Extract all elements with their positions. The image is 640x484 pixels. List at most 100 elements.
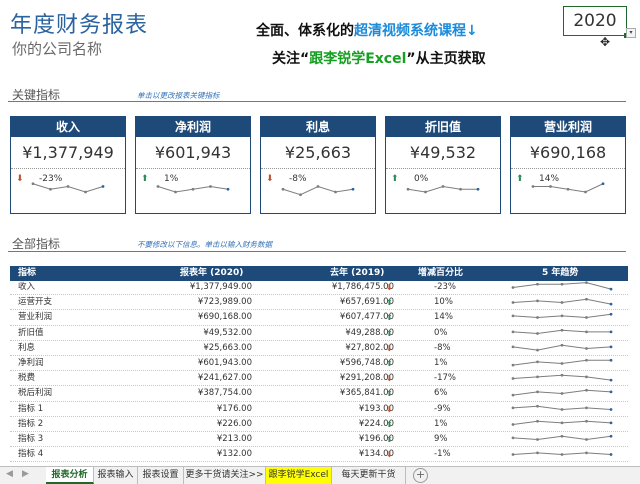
sparkline-point xyxy=(511,286,515,289)
sparkline-point xyxy=(609,358,613,362)
row-sparkline-chart xyxy=(511,451,613,457)
sparkline-point xyxy=(536,438,539,441)
sheet-tab[interactable]: 报表设置 xyxy=(138,467,184,484)
sheet-tab[interactable]: 报表输入 xyxy=(94,467,138,484)
year-selector[interactable]: 2020 xyxy=(563,6,629,38)
sparkline-point xyxy=(536,331,539,335)
sparkline-point xyxy=(424,190,427,194)
sparkline-point xyxy=(174,190,177,194)
kpi-card[interactable]: 折旧值 ¥49,532 ⬆ 0% xyxy=(385,116,501,214)
sparkline-point xyxy=(585,330,588,333)
kpi-sparkline xyxy=(11,181,125,207)
sparkline-point xyxy=(191,187,195,191)
table-row[interactable]: 净利润 ¥601,943.00 ¥596,748.00 ⬆ 1% xyxy=(10,357,628,372)
kpi-card-value: ¥601,943 xyxy=(136,137,250,169)
arrow-up-icon: ⬆ xyxy=(386,389,393,399)
promo-line-1: 全面、体系化的超清视频系统课程↓ xyxy=(256,20,478,40)
kpi-sparkline xyxy=(136,181,250,207)
sparkline-point xyxy=(609,421,613,425)
sparkline-point xyxy=(560,314,564,318)
table-row[interactable]: 税后利润 ¥387,754.00 ¥365,841.00 ⬆ 6% xyxy=(10,387,628,403)
sheet-tab[interactable]: 每天更新干货 xyxy=(332,467,406,484)
kpi-card-title: 净利润 xyxy=(136,117,250,137)
sparkline-point xyxy=(511,345,515,349)
sparkline-point xyxy=(585,451,588,455)
sparkline-point xyxy=(560,392,564,396)
arrow-down-icon: ⬇ xyxy=(386,343,393,353)
sparkline-point xyxy=(560,328,564,332)
row-sparkline-chart xyxy=(511,298,613,306)
promo-highlight: 超清视频系统课程↓ xyxy=(354,23,478,39)
row-change: 9% xyxy=(434,434,448,444)
kpi-card[interactable]: 利息 ¥25,663 ⬇ -8% xyxy=(260,116,376,214)
sparkline-point xyxy=(281,187,285,191)
row-current: ¥213.00 xyxy=(216,434,252,444)
sparkline-point xyxy=(511,453,515,457)
kpi-card-title: 营业利润 xyxy=(511,117,625,137)
table-row[interactable]: 营业利润 ¥690,168.00 ¥607,477.00 ⬆ 14% xyxy=(10,311,628,326)
all-section-hint[interactable]: 不要修改以下信息。单击以输入财务数据 xyxy=(137,239,272,250)
sheet-tab[interactable]: 跟李锐学Excel xyxy=(266,467,332,484)
sparkline-point xyxy=(406,187,410,191)
kpi-card[interactable]: 净利润 ¥601,943 ⬆ 1% xyxy=(135,116,251,214)
sparkline-point xyxy=(511,406,515,409)
kpi-card-title: 利息 xyxy=(261,117,375,137)
sparkline-point xyxy=(584,190,587,194)
row-current: ¥226.00 xyxy=(216,418,252,429)
add-sheet-icon[interactable]: + xyxy=(413,468,428,483)
table-row[interactable]: 指标 4 ¥132.00 ¥134.00 ⬇ -1% xyxy=(10,448,628,464)
tab-next-icon[interactable]: ▶ xyxy=(22,469,29,479)
sheet-tab[interactable]: 报表分析 xyxy=(46,467,94,484)
sparkline-point xyxy=(609,313,613,317)
row-current: ¥1,377,949.00 xyxy=(189,282,252,292)
sheet-tab[interactable]: 更多干货请关注>> xyxy=(184,467,266,484)
tab-prev-icon[interactable]: ◀ xyxy=(6,469,13,479)
year-value: 2020 xyxy=(573,11,617,31)
row-sparkline xyxy=(510,281,614,297)
table-row[interactable]: 运营开支 ¥723,989.00 ¥657,691.00 ⬆ 10% xyxy=(10,296,628,312)
kpi-sparkline xyxy=(511,181,625,207)
sparkline-point xyxy=(609,287,613,291)
sparkline-point xyxy=(601,182,605,186)
kpi-card-value: ¥25,663 xyxy=(261,137,375,169)
row-previous: ¥1,786,475.00 xyxy=(331,282,394,292)
col-header-change: 增减百分比 xyxy=(418,268,464,278)
sparkline-point xyxy=(511,436,515,440)
year-dropdown-button[interactable]: ▾ xyxy=(626,28,636,38)
kpi-card[interactable]: 收入 ¥1,377,949 ⬇ -23% xyxy=(10,116,126,214)
company-name: 你的公司名称 xyxy=(12,40,103,58)
kpi-section-hint[interactable]: 单击以更改报表关键指标 xyxy=(137,90,220,101)
arrow-down-icon: ⬇ xyxy=(386,283,393,292)
sheet-tab-bar: ◀ ▶ 报表分析 报表输入 报表设置 更多干货请关注>> 跟李锐学Excel 每天更新干货… xyxy=(0,466,640,484)
table-row[interactable]: 指标 3 ¥213.00 ¥196.00 ⬆ 9% xyxy=(10,433,628,448)
sparkline-point xyxy=(609,453,613,457)
all-section-divider xyxy=(8,251,626,252)
arrow-up-icon: ⬆ xyxy=(386,298,393,308)
table-row[interactable]: 折旧值 ¥49,532.00 ¥49,288.00 ⬆ 0% xyxy=(10,327,628,341)
kpi-card[interactable]: 营业利润 ¥690,168 ⬆ 14% xyxy=(510,116,626,214)
row-current: ¥49,532.00 xyxy=(203,327,252,338)
move-cursor-icon: ✥ xyxy=(600,35,611,49)
sparkline-point xyxy=(156,185,160,188)
table-row[interactable]: 指标 2 ¥226.00 ¥224.00 ⬆ 1% xyxy=(10,418,628,432)
table-row[interactable]: 税费 ¥241,627.00 ¥291,208.00 ⬇ -17% xyxy=(10,372,628,387)
col-header-name: 指标 xyxy=(18,268,37,278)
sparkline-point xyxy=(609,378,613,382)
row-sparkline-chart xyxy=(511,313,613,320)
kpi-sparkline-chart xyxy=(531,182,605,194)
row-sparkline xyxy=(510,327,614,343)
kpi-section-divider xyxy=(8,101,626,102)
table-row[interactable]: 指标 1 ¥176.00 ¥193.00 ⬇ -9% xyxy=(10,403,628,417)
table-row[interactable]: 利息 ¥25,663.00 ¥27,802.00 ⬇ -8% xyxy=(10,342,628,356)
col-header-current: 报表年 (2020) xyxy=(180,268,244,278)
row-name: 运营开支 xyxy=(18,297,53,308)
row-change: 1% xyxy=(434,358,448,368)
sparkline-point xyxy=(609,434,613,438)
row-sparkline xyxy=(510,296,614,312)
row-change: 10% xyxy=(434,297,453,308)
table-row[interactable]: 收入 ¥1,377,949.00 ¥1,786,475.00 ⬇ -23% xyxy=(10,281,628,297)
row-name: 指标 2 xyxy=(18,418,44,429)
row-sparkline xyxy=(510,387,614,403)
row-sparkline xyxy=(510,448,614,464)
arrow-up-icon: ⬆ xyxy=(386,435,393,444)
